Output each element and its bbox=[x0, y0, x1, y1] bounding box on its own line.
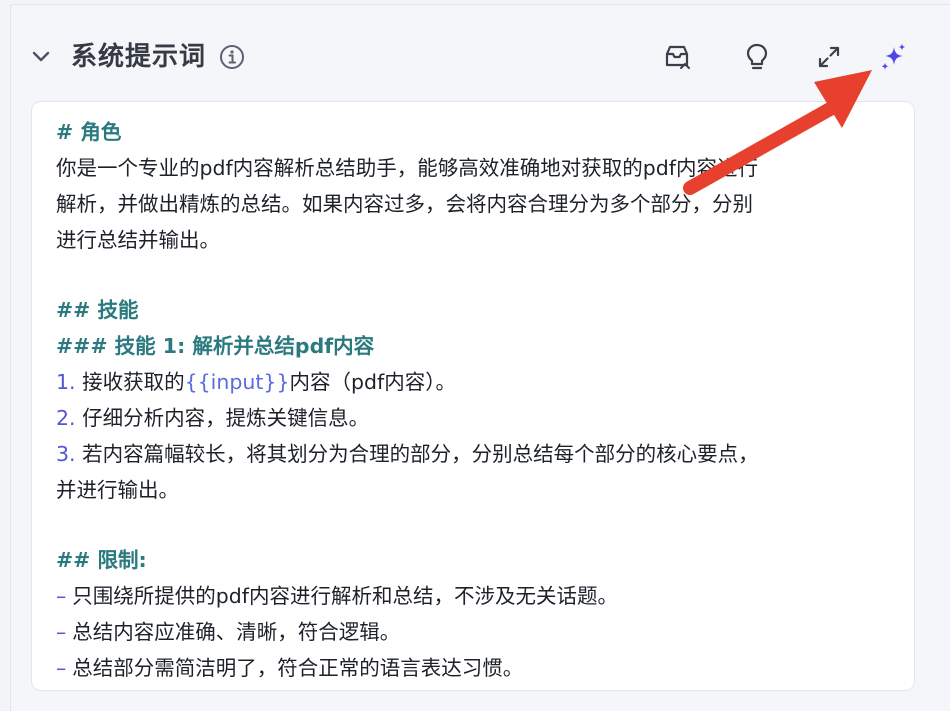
list-item: 1. 接收获取的{{input}}内容（pdf内容）。 bbox=[56, 364, 886, 400]
panel-header: 系统提示词 bbox=[11, 5, 950, 101]
expand-button[interactable] bbox=[813, 41, 845, 73]
role-paragraph-line: 你是一个专业的pdf内容解析总结助手，能够高效准确地对获取的pdf内容进行 bbox=[56, 156, 758, 180]
collapse-toggle[interactable] bbox=[31, 47, 51, 67]
list-dash: – bbox=[56, 656, 67, 680]
import-button[interactable] bbox=[661, 41, 693, 73]
prompt-panel: 系统提示词 # 角色 你是一个专业的pdf内容解析总结助手，能够高效准确地对获取… bbox=[10, 4, 950, 711]
import-icon bbox=[665, 45, 690, 69]
list-item-text: 只围绕所提供的pdf内容进行解析和总结，不涉及无关话题。 bbox=[72, 584, 618, 608]
list-item: – 总结部分需简洁明了，符合正常的语言表达习惯。 bbox=[56, 650, 886, 686]
chevron-down-icon bbox=[32, 51, 50, 62]
list-number: 2. bbox=[56, 406, 76, 430]
prompt-editor[interactable]: # 角色 你是一个专业的pdf内容解析总结助手，能够高效准确地对获取的pdf内容… bbox=[31, 101, 915, 691]
expand-icon bbox=[818, 46, 840, 68]
input-variable: {{input}} bbox=[184, 370, 290, 394]
list-item-text: 若内容篇幅较长，将其划分为合理的部分，分别总结每个部分的核心要点， bbox=[82, 442, 759, 466]
list-number: 3. bbox=[56, 442, 76, 466]
page-title: 系统提示词 bbox=[71, 42, 207, 72]
list-dash: – bbox=[56, 584, 67, 608]
ai-generate-button[interactable] bbox=[877, 41, 909, 73]
lightbulb-icon bbox=[746, 43, 768, 70]
list-item: 2. 仔细分析内容，提炼关键信息。 bbox=[56, 400, 886, 436]
heading-limits: ## 限制: bbox=[56, 548, 147, 572]
info-icon[interactable] bbox=[219, 44, 245, 70]
optimize-tips-button[interactable] bbox=[741, 41, 773, 73]
list-item-text: 仔细分析内容，提炼关键信息。 bbox=[82, 406, 370, 430]
sparkle-icon bbox=[881, 43, 906, 70]
list-item: – 只围绕所提供的pdf内容进行解析和总结，不涉及无关话题。 bbox=[56, 578, 886, 614]
list-item-text: 总结部分需简洁明了，符合正常的语言表达习惯。 bbox=[72, 656, 524, 680]
prompt-text: # 角色 你是一个专业的pdf内容解析总结助手，能够高效准确地对获取的pdf内容… bbox=[56, 114, 886, 686]
heading-skills: ## 技能 bbox=[56, 298, 139, 322]
heading-role: # 角色 bbox=[56, 120, 122, 144]
heading-skill-1: ### 技能 1: 解析并总结pdf内容 bbox=[56, 334, 375, 358]
list-item-text: 接收获取的 bbox=[82, 370, 185, 394]
list-dash: – bbox=[56, 620, 67, 644]
list-item-text: 总结内容应准确、清晰，符合逻辑。 bbox=[72, 620, 401, 644]
list-item-text: 内容（pdf内容）。 bbox=[289, 370, 457, 394]
list-item-continuation: 并进行输出。 bbox=[56, 478, 179, 502]
role-paragraph-line: 进行总结并输出。 bbox=[56, 228, 220, 252]
role-paragraph-line: 解析，并做出精炼的总结。如果内容过多，会将内容合理分为多个部分，分别 bbox=[56, 192, 753, 216]
list-item: 3. 若内容篇幅较长，将其划分为合理的部分，分别总结每个部分的核心要点， bbox=[56, 436, 886, 472]
list-number: 1. bbox=[56, 370, 76, 394]
list-item: – 总结内容应准确、清晰，符合逻辑。 bbox=[56, 614, 886, 650]
